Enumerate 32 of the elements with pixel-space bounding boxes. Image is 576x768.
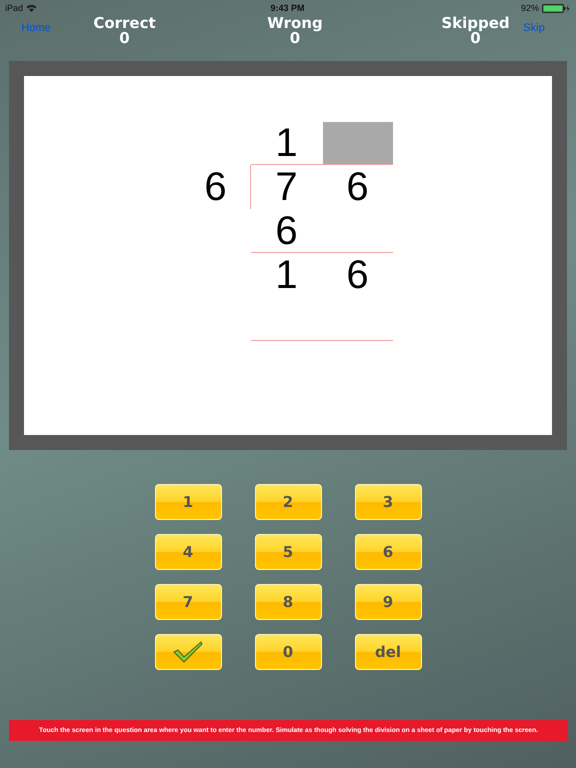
score-value: 0 <box>290 31 300 46</box>
digit: 6 <box>345 165 370 209</box>
key-button[interactable]: 4 <box>154 534 222 570</box>
checkmark-icon <box>173 641 203 663</box>
key-button[interactable]: 6 <box>354 534 422 570</box>
wifi-icon <box>26 4 38 12</box>
digit: 1 <box>274 253 299 297</box>
score-value: 0 <box>470 31 481 46</box>
key-button[interactable]: del <box>354 634 422 670</box>
key-button[interactable]: 7 <box>154 584 222 620</box>
key-button[interactable]: 2 <box>254 484 322 520</box>
score-value: 0 <box>119 31 130 46</box>
battery-percent: 92% <box>520 3 539 13</box>
digit: 6 <box>345 253 370 297</box>
key-button[interactable]: 1 <box>154 484 222 520</box>
paper-area[interactable]: 1 6 7 6 6 1 6 <box>24 76 552 435</box>
score-label: Correct <box>93 16 156 31</box>
status-time: 9:43 PM <box>270 3 304 13</box>
device-name: iPad <box>5 3 24 13</box>
key-button[interactable]: 5 <box>254 534 322 570</box>
digit: 6 <box>274 209 299 253</box>
divisor-digit: 6 <box>204 167 227 207</box>
key-button[interactable]: 8 <box>254 584 322 620</box>
digit: 7 <box>274 165 299 209</box>
digit: 1 <box>274 121 299 165</box>
score-label: Wrong <box>267 16 323 31</box>
key-button[interactable]: 0 <box>254 634 322 670</box>
check-button[interactable] <box>154 634 222 670</box>
battery-icon <box>542 4 570 12</box>
score-label: Skipped <box>441 16 510 31</box>
key-button[interactable]: 9 <box>354 584 422 620</box>
key-button[interactable]: 3 <box>354 484 422 520</box>
